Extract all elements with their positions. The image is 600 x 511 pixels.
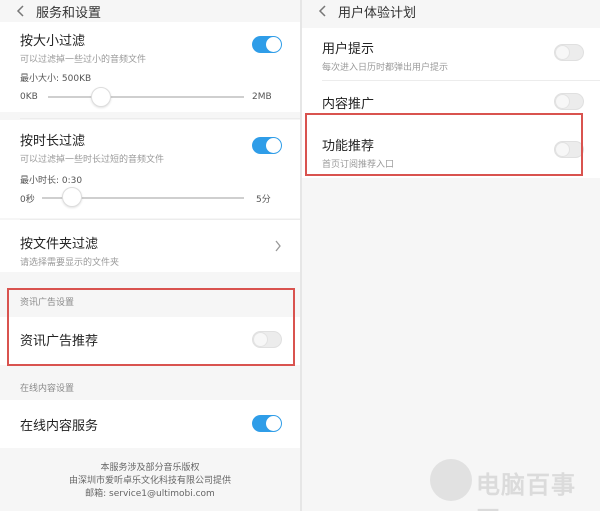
duration-filter-subtitle: 可以过滤掉一些时长过短的音频文件 xyxy=(20,155,165,165)
size-filter-card: 按大小过滤 可以过滤掉一些过小的音频文件 最小大小: 500KB 0KB 2MB xyxy=(0,22,300,112)
user-tips-toggle[interactable] xyxy=(554,44,584,61)
online-content-row: 在线内容服务 xyxy=(0,400,300,448)
divider xyxy=(322,80,600,81)
duration-filter-card: 按时长过滤 可以过滤掉一些时长过短的音频文件 最小时长: 0:30 0秒 5分 xyxy=(0,120,300,218)
size-filter-range-start: 0KB xyxy=(20,92,38,102)
right-top-bar: 用户体验计划 xyxy=(302,0,600,22)
online-section-label: 在线内容设置 xyxy=(20,384,75,394)
highlight-box xyxy=(7,288,295,366)
page-title: 服务和设置 xyxy=(36,5,102,21)
folder-filter-title: 按文件夹过滤 xyxy=(20,237,99,252)
watermark-logo: 电脑百事网 xyxy=(430,455,590,511)
size-filter-range-end: 2MB xyxy=(252,92,272,102)
back-button[interactable] xyxy=(12,2,30,20)
left-top-bar: 服务和设置 xyxy=(0,0,300,22)
chevron-left-icon xyxy=(16,5,24,17)
size-filter-title: 按大小过滤 xyxy=(20,34,86,49)
duration-filter-title: 按时长过滤 xyxy=(20,134,86,149)
duration-filter-slider-handle[interactable] xyxy=(62,187,82,207)
content-promo-title: 内容推广 xyxy=(322,97,375,112)
duration-filter-min-label: 最小时长: 0:30 xyxy=(20,176,83,186)
size-filter-min-label: 最小大小: 500KB xyxy=(20,74,92,84)
footer-line-1: 本服务涉及部分音乐版权 xyxy=(100,463,200,473)
highlight-box xyxy=(305,113,583,176)
duration-filter-range-end: 5分 xyxy=(256,195,271,205)
divider xyxy=(20,118,300,119)
size-filter-slider-handle[interactable] xyxy=(91,87,111,107)
left-panel: 服务和设置 按大小过滤 可以过滤掉一些过小的音频文件 最小大小: 500KB 0… xyxy=(0,0,300,511)
duration-filter-toggle[interactable] xyxy=(252,137,282,154)
folder-filter-row[interactable]: 按文件夹过滤 请选择需要显示的文件夹 xyxy=(0,220,300,272)
page-title: 用户体验计划 xyxy=(338,5,417,21)
online-content-toggle[interactable] xyxy=(252,415,282,432)
footer-line-2: 由深圳市爱听卓乐文化科技有限公司提供 xyxy=(68,476,231,486)
right-panel: 用户体验计划 用户提示 每次进入日历时都弹出用户提示 内容推广 功能推荐 首页订… xyxy=(302,0,600,511)
back-button[interactable] xyxy=(314,2,332,20)
user-tips-row: 用户提示 每次进入日历时都弹出用户提示 xyxy=(322,38,448,73)
size-filter-toggle[interactable] xyxy=(252,36,282,53)
content-promo-toggle[interactable] xyxy=(554,93,584,110)
size-filter-subtitle: 可以过滤掉一些过小的音频文件 xyxy=(20,55,147,65)
user-tips-title: 用户提示 xyxy=(322,42,375,57)
copyright-footer: 本服务涉及部分音乐版权 由深圳市爱听卓乐文化科技有限公司提供 邮箱: servi… xyxy=(0,462,300,501)
online-content-title: 在线内容服务 xyxy=(20,419,99,434)
user-tips-subtitle: 每次进入日历时都弹出用户提示 xyxy=(322,63,449,73)
folder-filter-subtitle: 请选择需要显示的文件夹 xyxy=(20,258,120,268)
chevron-left-icon xyxy=(318,5,326,17)
footer-line-3: 邮箱: service1@ultimobi.com xyxy=(85,489,215,499)
size-filter-slider-track[interactable] xyxy=(48,96,244,98)
duration-filter-range-start: 0秒 xyxy=(20,195,35,205)
chevron-right-icon xyxy=(275,240,281,252)
watermark-text: 电脑百事网 xyxy=(476,471,576,511)
